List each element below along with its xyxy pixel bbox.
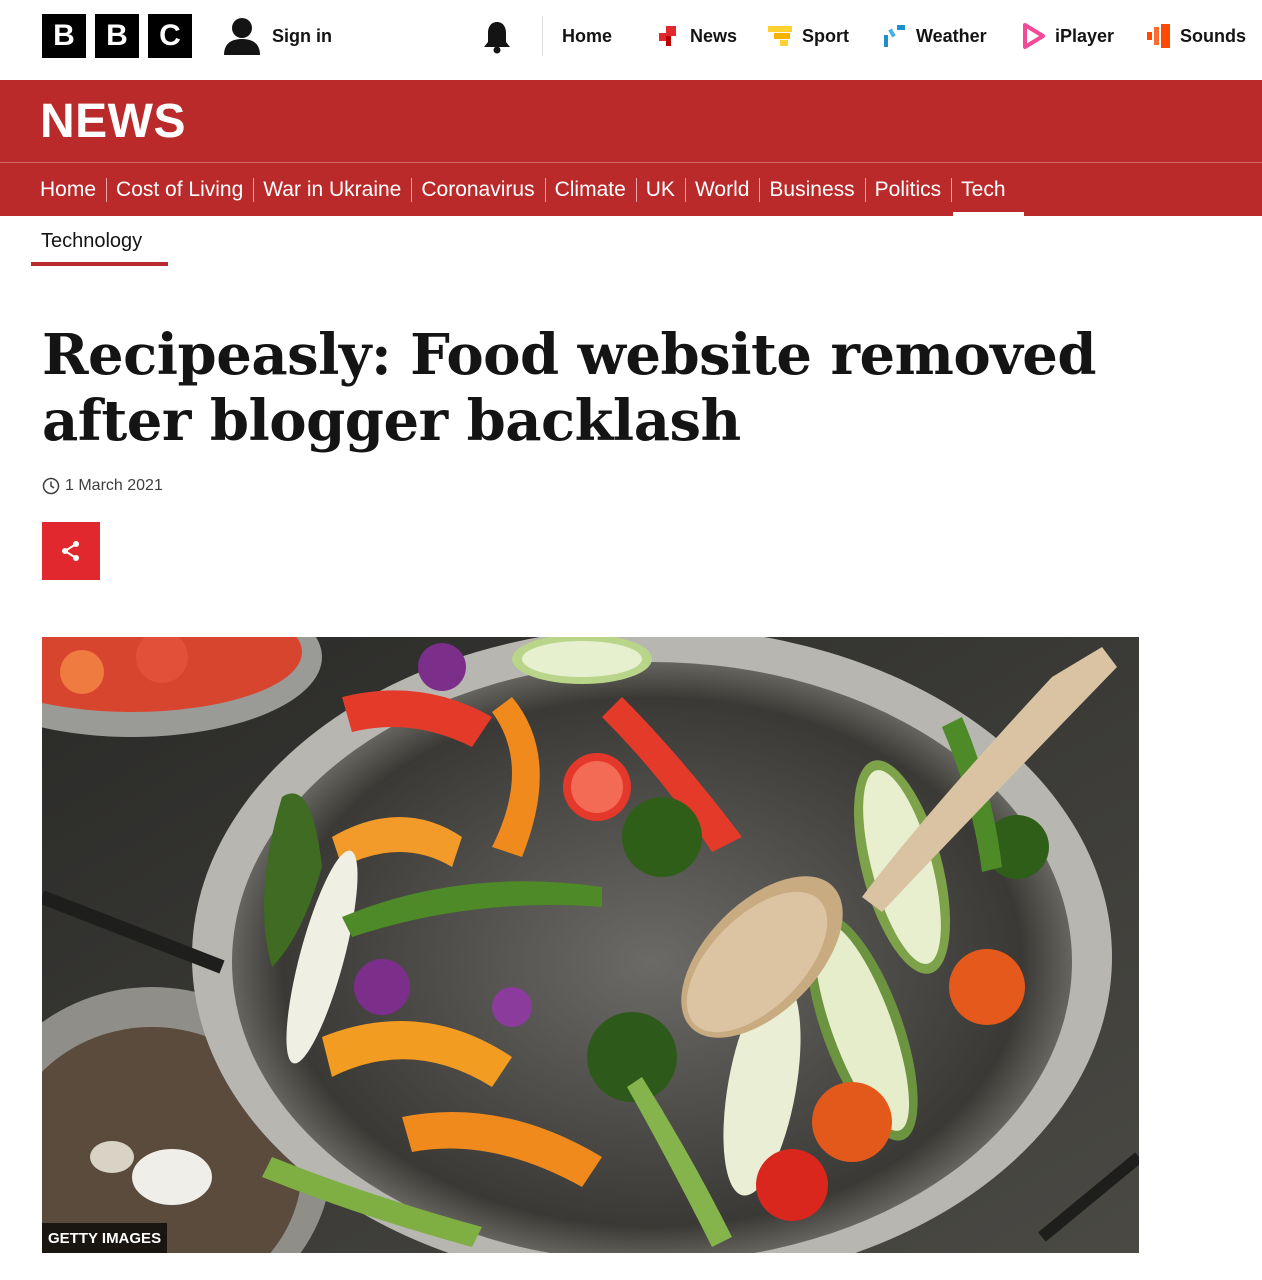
vegetable-pan-photo <box>42 637 1139 1253</box>
notifications-bell-icon[interactable] <box>482 20 512 54</box>
news-nav-item-politics[interactable]: Politics <box>864 163 952 216</box>
news-nav-item-cost-of-living[interactable]: Cost of Living <box>106 163 253 216</box>
news-primary-nav: Home Cost of Living War in Ukraine Coron… <box>0 163 1262 216</box>
bbc-logo-letter: C <box>148 14 192 58</box>
masthead-nav-label: Weather <box>916 25 987 46</box>
sport-icon <box>768 26 792 46</box>
news-nav-item-home[interactable]: Home <box>30 163 106 216</box>
news-nav-item-business[interactable]: Business <box>759 163 864 216</box>
news-nav-item-tech[interactable]: Tech <box>951 163 1024 216</box>
bbc-masthead: B B C Sign in Home News Sport Weather iP… <box>0 0 1262 80</box>
share-icon <box>62 541 79 561</box>
image-credit: GETTY IMAGES <box>42 1223 168 1253</box>
iplayer-icon <box>1023 23 1045 49</box>
weather-icon <box>884 25 905 47</box>
article-hero-image <box>42 637 1139 1253</box>
bbc-logo[interactable]: B B C <box>42 14 192 58</box>
news-nav-item-climate[interactable]: Climate <box>544 163 636 216</box>
news-section-title[interactable]: NEWS <box>40 94 186 149</box>
sounds-icon <box>1147 24 1170 48</box>
secondary-nav: Technology <box>31 228 168 270</box>
masthead-nav-label: Sounds <box>1180 25 1246 46</box>
masthead-nav-label: News <box>690 25 738 46</box>
masthead-nav-label: iPlayer <box>1055 25 1115 46</box>
article-headline: Recipeasly: Food website removed after b… <box>42 322 1097 454</box>
masthead-nav-home[interactable]: Home <box>562 18 612 54</box>
masthead-nav-label: Home <box>562 25 613 46</box>
news-nav-item-uk[interactable]: UK <box>635 163 685 216</box>
subnav-active-indicator <box>31 262 168 266</box>
news-nav-item-coronavirus[interactable]: Coronavirus <box>411 163 544 216</box>
masthead-nav-sounds[interactable]: Sounds <box>1146 18 1246 54</box>
bbc-logo-letter: B <box>42 14 86 58</box>
subnav-item-technology[interactable]: Technology <box>41 230 142 253</box>
share-button[interactable] <box>42 522 100 580</box>
bbc-logo-letter: B <box>95 14 139 58</box>
masthead-nav-weather[interactable]: Weather <box>882 18 987 54</box>
masthead-nav-news[interactable]: News <box>656 18 737 54</box>
masthead-nav-iplayer[interactable]: iPlayer <box>1021 18 1114 54</box>
news-nav-item-world[interactable]: World <box>684 163 759 216</box>
article-date: 1 March 2021 <box>42 477 163 495</box>
sign-in-link[interactable]: Sign in <box>222 16 332 56</box>
masthead-nav-sport[interactable]: Sport <box>768 18 849 54</box>
news-banner: NEWS <box>0 80 1262 162</box>
masthead-nav-label: Sport <box>802 25 849 46</box>
sign-in-label: Sign in <box>272 25 332 46</box>
masthead-divider <box>542 16 543 56</box>
news-icon <box>659 26 676 46</box>
news-nav-item-war-in-ukraine[interactable]: War in Ukraine <box>253 163 411 216</box>
clock-icon <box>42 477 60 495</box>
user-icon <box>224 18 260 55</box>
article-date-text: 1 March 2021 <box>65 477 163 494</box>
